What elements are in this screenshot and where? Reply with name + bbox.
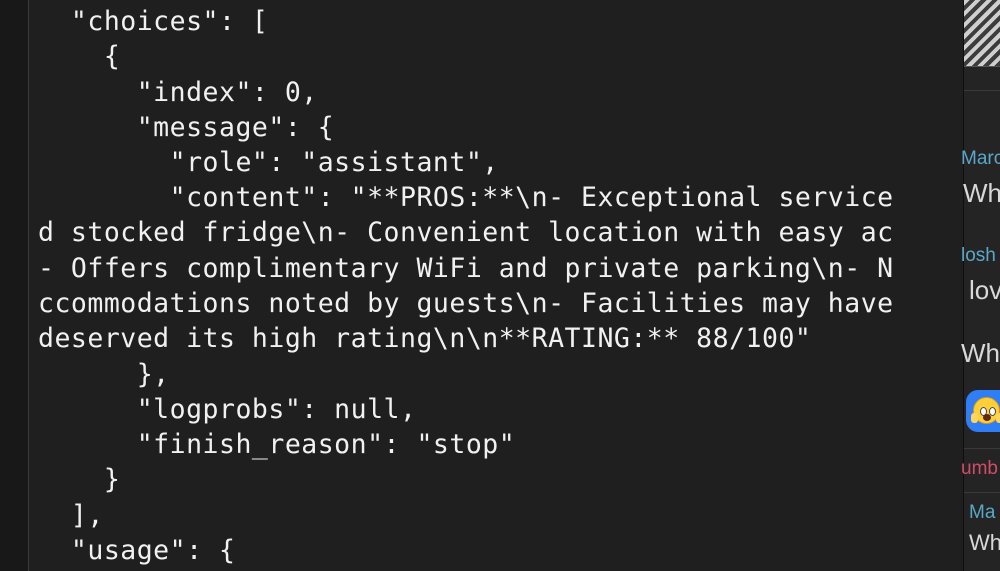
terminal-line: {	[38, 41, 121, 72]
terminal-line: "index": 0,	[38, 77, 318, 108]
chat-panel-divider	[963, 0, 964, 571]
terminal-line: "content": "**PROS:**\n- Exceptional ser…	[38, 182, 894, 213]
terminal-line: - Offers complimentary WiFi and private …	[38, 253, 894, 284]
chat-message-text[interactable]: Wh	[961, 338, 1000, 369]
chat-sender-name[interactable]: Ma	[969, 502, 995, 524]
chat-message-text[interactable]: lov	[969, 275, 1000, 306]
terminal-line: "message": {	[38, 112, 335, 143]
terminal-line: }	[38, 464, 121, 495]
terminal-line: ],	[38, 500, 104, 531]
terminal-line: "usage": {	[38, 535, 236, 566]
terminal-line: "role": "assistant",	[38, 147, 499, 178]
terminal-output[interactable]: "choices": [ { "index": 0, "message": { …	[29, 0, 963, 571]
terminal-line: "logprobs": null,	[38, 394, 417, 425]
left-sidebar-edge	[0, 0, 28, 571]
terminal-line: deserved its high rating\n\n**RATING:** …	[38, 323, 812, 354]
terminal-line: d stocked fridge\n- Convenient location …	[38, 217, 894, 248]
terminal-line: "choices": [	[38, 6, 269, 37]
chat-sender-name[interactable]: umb	[961, 458, 998, 480]
chat-separator	[964, 492, 1000, 493]
image-thumbnail[interactable]	[964, 0, 1000, 67]
chat-message-text[interactable]: Wh	[963, 178, 1000, 209]
chat-message-text[interactable]: Wh	[969, 530, 1000, 556]
terminal-line: "finish_reason": "stop"	[38, 429, 516, 460]
terminal-line: ccommodations noted by guests\n- Facilit…	[38, 288, 894, 319]
screen: "choices": [ { "index": 0, "message": { …	[0, 0, 1000, 571]
terminal-line: },	[38, 359, 170, 390]
chat-sender-name[interactable]: Marc	[961, 148, 1000, 170]
chat-separator	[964, 90, 1000, 91]
face-screaming-in-fear-icon	[971, 397, 1000, 424]
chat-sender-name[interactable]: losh	[961, 245, 996, 267]
chat-separator	[964, 448, 1000, 449]
